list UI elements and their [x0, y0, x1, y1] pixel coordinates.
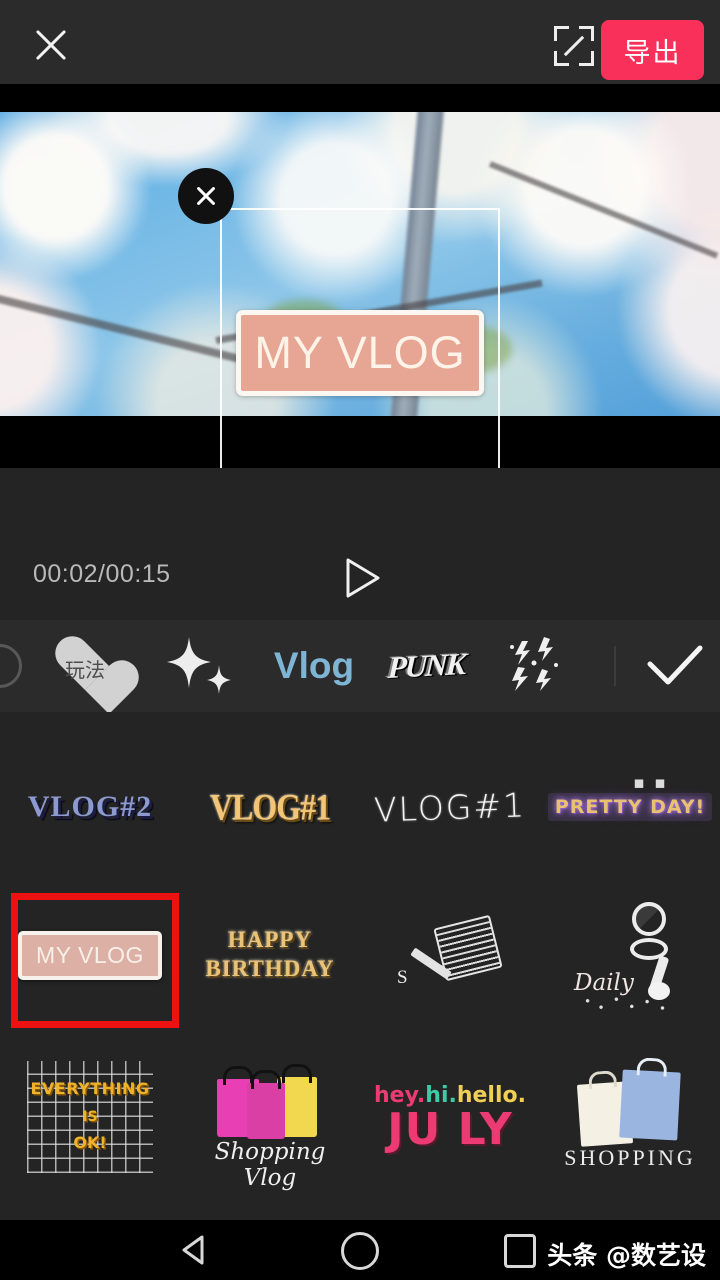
sticker-label-line1: HAPPY: [227, 927, 313, 953]
recents-square-icon[interactable]: [504, 1234, 536, 1268]
back-triangle-icon[interactable]: [178, 1234, 210, 1266]
sidebar-item-prev-tab[interactable]: [0, 620, 22, 712]
watermark-label: 头条 @数艺设: [547, 1241, 706, 1270]
sticker-label-line2: BIRTHDAY: [205, 956, 335, 981]
tab-lightning[interactable]: [492, 620, 584, 712]
sticker-label-july: JU LY: [387, 1103, 513, 1155]
home-circle-icon[interactable]: [341, 1232, 379, 1270]
sticker-item-vlog-1-white[interactable]: VLOG#1: [360, 732, 540, 882]
sticker-label-line1: EVERYTHING: [30, 1079, 150, 1098]
punk-grunge-text-icon: PUNK: [386, 646, 466, 685]
my-vlog-sticker-text: MY VLOG: [254, 327, 466, 378]
sticker-item-pretty-day[interactable]: ▪ ▪ PRETTY DAY!: [540, 732, 720, 882]
sticker-item-hey-july[interactable]: hey.hi.hello. JU LY: [360, 1042, 540, 1192]
sticker-grid: VLOG#2 VLOG#1 VLOG#1 ▪ ▪ PRETTY DAY! MY …: [0, 712, 720, 1220]
tab-玩法[interactable]: 玩法: [45, 620, 125, 712]
timecode-label: 00:02/00:15: [33, 560, 171, 588]
sticker-item-everything-ok[interactable]: EVERYTHING IS OK!: [0, 1042, 180, 1192]
close-icon[interactable]: [30, 24, 72, 66]
heart-icon: 玩法: [52, 636, 118, 696]
notepad-pencil-icon: S: [395, 905, 505, 1005]
sticker-label-line3: OK!: [73, 1133, 107, 1152]
tab-vlog[interactable]: Vlog: [258, 620, 370, 712]
sticker-label: hey.hi.hello. JU LY: [374, 1083, 526, 1152]
sticker-item-shopping[interactable]: SHOPPING: [540, 1042, 720, 1192]
shopping-bags-icon: Shopping Vlog: [185, 1057, 355, 1191]
sticker-label: VLOG#1: [373, 784, 527, 830]
sticker-item-shopping-vlog[interactable]: Shopping Vlog: [180, 1042, 360, 1192]
top-bar: 导出: [0, 0, 720, 84]
video-preview-area[interactable]: MY VLOG: [0, 84, 720, 468]
sticker-item-vlog-1-gold[interactable]: VLOG#1: [180, 732, 360, 882]
sticker-label: SHOPPING: [564, 1144, 696, 1170]
android-navigation-bar: 头条 @数艺设: [0, 1220, 720, 1280]
sticker-label-line2: IS: [82, 1109, 98, 1125]
sticker-label: PRETTY DAY!: [547, 793, 713, 821]
sticker-item-my-vlog[interactable]: MY VLOG: [0, 880, 180, 1030]
fullscreen-expand-icon[interactable]: [554, 26, 594, 66]
sticker-label: Shopping Vlog: [214, 1139, 326, 1191]
circle-icon: [0, 644, 22, 688]
my-vlog-sticker[interactable]: MY VLOG: [236, 310, 484, 396]
export-button[interactable]: 导出: [601, 20, 704, 80]
sticker-item-vlog-2[interactable]: VLOG#2: [0, 732, 180, 882]
tab-vlog-label: Vlog: [273, 645, 355, 686]
sticker-label: VLOG#1: [209, 785, 331, 828]
lightning-sparkle-icon: [510, 637, 558, 691]
tab-divider: [614, 646, 616, 686]
shopping-bags-icon: SHOPPING: [545, 1055, 715, 1180]
sticker-label: S: [397, 967, 408, 988]
sticker-label: VLOG#2: [27, 790, 153, 823]
sticker-row: MY VLOG HAPPY BIRTHDAY S Daily: [0, 880, 720, 1030]
sticker-label: MY VLOG: [18, 930, 162, 980]
sticker-label: Daily: [574, 970, 634, 996]
sticker-item-happy-birthday[interactable]: HAPPY BIRTHDAY: [180, 880, 360, 1030]
sticker-label: HAPPY BIRTHDAY: [205, 926, 334, 984]
app-screen: 导出 MY VLOG 00:02/00:15 玩法 Vlog PUNK VLOG…: [0, 0, 720, 1280]
sticker-item-note-pencil[interactable]: S: [360, 880, 540, 1030]
confetti-icon: ▪ ▪: [633, 773, 668, 793]
sticker-close-icon[interactable]: [178, 168, 234, 224]
sparkle-icon: [167, 637, 231, 694]
sticker-row: VLOG#2 VLOG#1 VLOG#1 ▪ ▪ PRETTY DAY!: [0, 732, 720, 882]
category-tab-bar: 玩法 Vlog PUNK: [0, 620, 720, 712]
grid-net-icon: EVERYTHING IS OK!: [27, 1061, 153, 1173]
daily-lamp-icon: Daily: [570, 900, 690, 1012]
tab-punk[interactable]: PUNK: [378, 620, 474, 712]
confirm-checkmark-button[interactable]: [632, 620, 718, 712]
sticker-item-daily[interactable]: Daily: [540, 880, 720, 1030]
checkmark-icon: [647, 645, 703, 685]
tab-sparkle[interactable]: [158, 620, 240, 712]
sticker-row: EVERYTHING IS OK! Shopping Vlog hey.hi.h…: [0, 1042, 720, 1192]
tab-玩法-label: 玩法: [65, 657, 105, 682]
play-icon[interactable]: [340, 556, 384, 600]
